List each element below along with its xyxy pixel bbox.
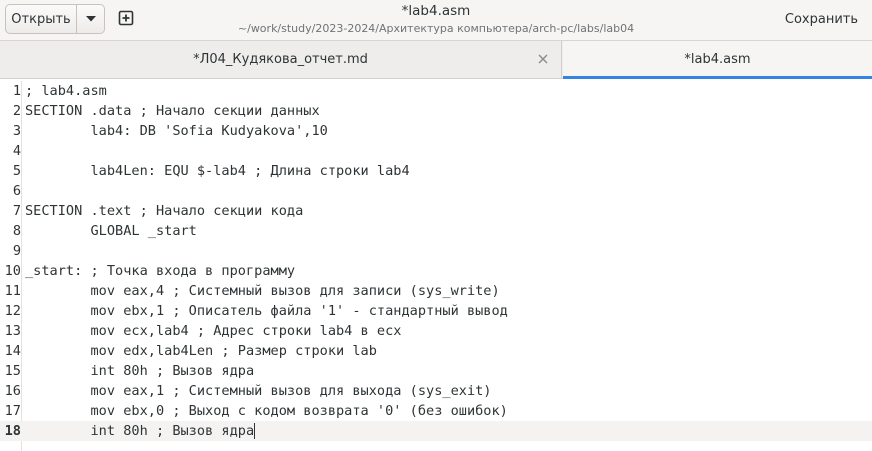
code-line-text: ; lab4.asm <box>25 83 107 99</box>
tab-report-md[interactable]: *Л04_Кудякова_отчет.md <box>0 41 562 78</box>
code-line-text: lab4: DB 'Sofia Kudyakova',10 <box>25 123 328 139</box>
window-title: *lab4.asm <box>401 3 471 19</box>
line-number: 2 <box>12 103 21 119</box>
line-number: 5 <box>12 163 21 179</box>
window-title-block: *lab4.asm ~/work/study/2023-2024/Архитек… <box>0 3 872 36</box>
editor-line[interactable]: 1; lab4.asm <box>0 81 872 101</box>
code-line-text: lab4Len: EQU $-lab4 ; Длина строки lab4 <box>25 163 410 179</box>
code-line-text: _start: ; Точка входа в программу <box>25 263 296 279</box>
editor-line[interactable]: 16 mov eax,1 ; Системный вызов для выход… <box>0 381 872 401</box>
editor-line[interactable]: 11 mov eax,4 ; Системный вызов для запис… <box>0 281 872 301</box>
tab-close-button[interactable] <box>535 51 551 67</box>
window-subtitle-path: ~/work/study/2023-2024/Архитектура компь… <box>237 22 635 35</box>
code-line-text: mov eax,1 ; Системный вызов для выхода (… <box>25 383 492 399</box>
code-editor[interactable]: 1; lab4.asm 2 SECTION .data ; Начало секци… <box>0 81 872 451</box>
tab-label: *Л04_Кудякова_отчет.md <box>193 52 368 67</box>
line-number: 7 <box>12 203 21 219</box>
code-line-text: mov ebx,0 ; Выход с кодом возврата '0' (… <box>25 403 508 419</box>
tab-lab4-asm[interactable]: *lab4.asm <box>563 41 872 79</box>
editor-line[interactable]: 10 _start: ; Точка входа в программу <box>0 261 872 281</box>
line-number: 12 <box>4 303 21 319</box>
line-number: 11 <box>4 283 21 299</box>
editor-line[interactable]: 4 <box>0 141 872 161</box>
line-number: 8 <box>12 223 21 239</box>
code-line-text: mov ecx,lab4 ; Адрес строки lab4 в ecx <box>25 323 402 339</box>
tab-bar: *Л04_Кудякова_отчет.md *lab4.asm <box>0 41 872 79</box>
editor-line[interactable]: 5 lab4Len: EQU $-lab4 ; Длина строки lab… <box>0 161 872 181</box>
code-line-text: mov ebx,1 ; Описатель файла '1' - станда… <box>25 303 508 319</box>
code-line-text: mov eax,4 ; Системный вызов для записи (… <box>25 283 500 299</box>
text-cursor <box>254 423 255 439</box>
line-number: 4 <box>12 143 21 159</box>
editor-line[interactable]: 15 int 80h ; Вызов ядра <box>0 361 872 381</box>
tab-label: *lab4.asm <box>684 52 751 67</box>
editor-line[interactable]: 9 <box>0 241 872 261</box>
editor-line[interactable]: 12 mov ebx,1 ; Описатель файла '1' - ста… <box>0 301 872 321</box>
editor-line[interactable]: 13 mov ecx,lab4 ; Адрес строки lab4 в ec… <box>0 321 872 341</box>
line-number: 10 <box>4 263 21 279</box>
editor-line[interactable]: 14 mov edx,lab4Len ; Размер строки lab <box>0 341 872 361</box>
close-icon <box>538 54 548 64</box>
line-number: 3 <box>12 123 21 139</box>
code-line-text: int 80h ; Вызов ядра <box>25 423 255 439</box>
code-line-text: GLOBAL _start <box>25 223 197 239</box>
line-number: 14 <box>4 343 21 359</box>
line-number: 17 <box>4 403 21 419</box>
code-line-text: SECTION .text ; Начало секции кода <box>25 203 304 219</box>
line-number: 15 <box>4 363 21 379</box>
editor-line[interactable]: 6 <box>0 181 872 201</box>
editor-line[interactable]: 17 mov ebx,0 ; Выход с кодом возврата '0… <box>0 401 872 421</box>
code-line-text: SECTION .data ; Начало секции данных <box>25 103 320 119</box>
editor-line[interactable]: 7 SECTION .text ; Начало секции кода <box>0 201 872 221</box>
editor-line[interactable]: 3 lab4: DB 'Sofia Kudyakova',10 <box>0 121 872 141</box>
editor-line[interactable]: 2 SECTION .data ; Начало секции данных <box>0 101 872 121</box>
line-number: 6 <box>12 183 21 199</box>
save-button[interactable]: Сохранить <box>785 12 858 27</box>
editor-line[interactable]: 8 GLOBAL _start <box>0 221 872 241</box>
header-bar: Открыть *lab4.asm ~/work/study/2023-2024… <box>0 0 872 41</box>
editor-line[interactable]: 18 int 80h ; Вызов ядра <box>0 421 872 441</box>
code-line-text: int 80h ; Вызов ядра <box>25 363 255 379</box>
line-number: 1 <box>12 83 21 99</box>
line-number: 9 <box>12 243 21 259</box>
line-number: 16 <box>4 383 21 399</box>
code-line-text: mov edx,lab4Len ; Размер строки lab <box>25 343 377 359</box>
line-number: 13 <box>4 323 21 339</box>
line-number: 18 <box>4 423 21 439</box>
